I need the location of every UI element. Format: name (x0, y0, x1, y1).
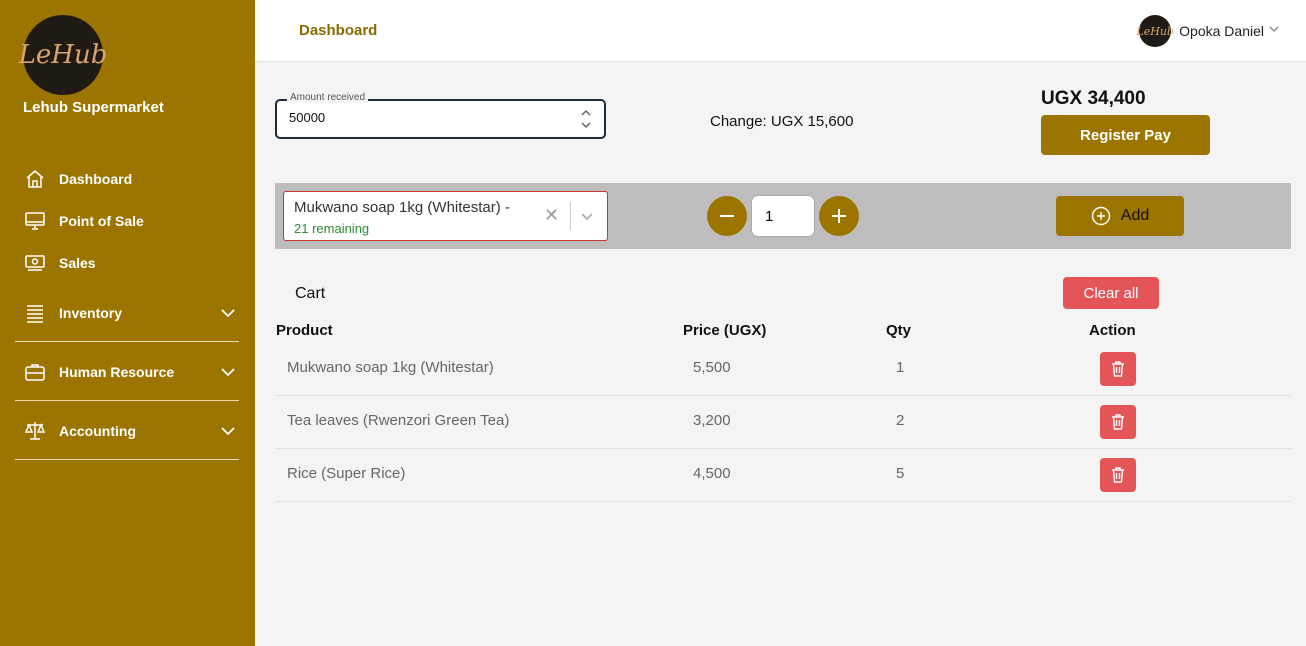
sidebar-item-label: Human Resource (59, 364, 175, 380)
decrease-quantity-button[interactable] (707, 196, 747, 236)
trash-icon (1112, 414, 1124, 430)
sidebar-item-human-resource[interactable]: Human Resource (15, 354, 239, 390)
cell-price: 4,500 (693, 465, 731, 482)
page-title: Dashboard (299, 22, 378, 39)
cell-price: 3,200 (693, 412, 731, 429)
cell-price: 5,500 (693, 359, 731, 376)
clear-selection-icon[interactable]: ✕ (544, 205, 559, 226)
amount-received-input[interactable] (289, 110, 569, 125)
home-icon (24, 168, 46, 190)
plus-icon (832, 209, 846, 223)
monitor-icon (24, 210, 46, 232)
sidebar-divider (15, 341, 239, 342)
select-separator (570, 202, 571, 230)
add-to-cart-button[interactable]: Add (1056, 196, 1184, 236)
cell-qty: 2 (896, 412, 905, 429)
add-button-label: Add (1120, 207, 1150, 224)
delete-item-button[interactable] (1100, 458, 1136, 492)
register-pay-button[interactable]: Register Pay (1041, 115, 1210, 155)
delete-item-button[interactable] (1100, 405, 1136, 439)
briefcase-icon (24, 361, 46, 383)
column-header-action: Action (1089, 322, 1136, 339)
add-product-bar: Mukwano soap 1kg (Whitestar) - 21 remain… (275, 183, 1291, 249)
amount-received-field[interactable]: Amount received (275, 92, 606, 139)
logo-text: LeHub (18, 40, 108, 70)
cash-icon (24, 252, 46, 274)
spinner-up-icon[interactable] (581, 109, 591, 117)
minus-icon (720, 215, 734, 217)
clear-all-button[interactable]: Clear all (1063, 277, 1159, 309)
user-name: Opoka Daniel (1179, 23, 1264, 39)
sidebar-item-dashboard[interactable]: Dashboard (15, 161, 239, 197)
delete-item-button[interactable] (1100, 352, 1136, 386)
stack-icon (24, 302, 46, 324)
table-row: Mukwano soap 1kg (Whitestar) 5,500 1 (275, 343, 1291, 396)
plus-circle-icon (1091, 206, 1110, 226)
cell-qty: 1 (896, 359, 905, 376)
sidebar-divider (15, 459, 239, 460)
column-header-qty: Qty (886, 322, 912, 339)
scale-icon (24, 420, 46, 442)
avatar: LeHub (1136, 15, 1174, 47)
column-header-product: Product (276, 322, 333, 339)
cell-product: Tea leaves (Rwenzori Green Tea) (287, 412, 510, 429)
sidebar-item-label: Dashboard (59, 171, 133, 187)
table-row: Rice (Super Rice) 4,500 5 (275, 449, 1291, 502)
table-row: Tea leaves (Rwenzori Green Tea) 3,200 2 (275, 396, 1291, 449)
chevron-down-icon[interactable] (219, 304, 237, 327)
chevron-down-icon[interactable] (219, 422, 237, 445)
quantity-input[interactable] (751, 195, 815, 237)
user-menu[interactable]: LeHub Opoka Daniel (1136, 15, 1280, 47)
sidebar-item-inventory[interactable]: Inventory (15, 295, 239, 331)
sidebar: LeHub Lehub Supermarket Dashboard Point … (0, 0, 255, 646)
trash-icon (1112, 361, 1124, 377)
brand-name: Lehub Supermarket (23, 99, 164, 116)
cart-title: Cart (295, 285, 326, 302)
trash-icon (1112, 467, 1124, 483)
cell-product: Mukwano soap 1kg (Whitestar) (287, 359, 494, 376)
total-amount: UGX 34,400 (1041, 88, 1146, 109)
sidebar-divider (15, 400, 239, 401)
increase-quantity-button[interactable] (819, 196, 859, 236)
chevron-down-icon (1268, 22, 1280, 40)
sidebar-item-point-of-sale[interactable]: Point of Sale (15, 203, 239, 239)
change-amount: Change: UGX 15,600 (710, 113, 854, 130)
selected-product: Mukwano soap 1kg (Whitestar) - (294, 199, 510, 216)
amount-received-label: Amount received (287, 92, 369, 103)
cell-product: Rice (Super Rice) (287, 465, 406, 482)
sidebar-item-label: Sales (59, 255, 96, 271)
sidebar-item-label: Accounting (59, 423, 136, 439)
top-header: Dashboard LeHub Opoka Daniel (255, 0, 1306, 62)
product-select[interactable]: Mukwano soap 1kg (Whitestar) - 21 remain… (283, 191, 608, 241)
stock-remaining: 21 remaining (294, 221, 370, 236)
sidebar-item-accounting[interactable]: Accounting (15, 413, 239, 449)
chevron-down-icon[interactable] (219, 363, 237, 386)
cell-qty: 5 (896, 465, 905, 482)
number-spinner[interactable] (580, 109, 592, 129)
brand-logo[interactable]: LeHub (19, 15, 107, 95)
sidebar-item-sales[interactable]: Sales (15, 245, 239, 281)
spinner-down-icon[interactable] (581, 121, 591, 129)
sidebar-item-label: Point of Sale (59, 213, 144, 229)
column-header-price: Price (UGX) (683, 322, 767, 339)
sidebar-item-label: Inventory (59, 305, 123, 321)
chevron-down-icon[interactable] (580, 209, 594, 228)
